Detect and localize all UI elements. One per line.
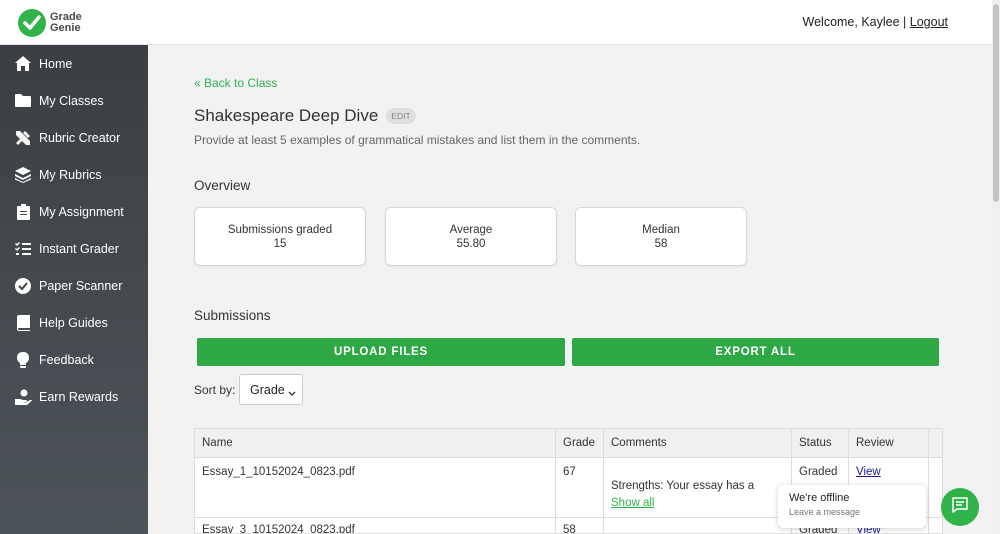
scrollbar-thumb[interactable] [993, 4, 999, 202]
column-review: Review [849, 429, 929, 458]
show-all-link[interactable]: Show all [611, 495, 791, 512]
table-header: Name Grade Comments Status Review [195, 429, 942, 458]
logo-line-2: Genie [50, 22, 81, 34]
top-bar: Grade Genie Welcome, Kaylee | Logout [0, 0, 992, 45]
sidebar-item-label: Earn Rewards [39, 389, 119, 404]
card-median: Median 58 [575, 207, 747, 266]
offline-message-popup[interactable]: We're offline Leave a message [778, 485, 926, 528]
sidebar-item-label: My Classes [39, 93, 104, 108]
column-grade[interactable]: Grade [556, 429, 604, 458]
logo-text: Grade Genie [50, 12, 82, 34]
edit-button[interactable]: EDIT [386, 108, 416, 124]
sidebar-item-label: Rubric Creator [39, 130, 121, 145]
welcome-text: Welcome, Kaylee | [802, 15, 907, 29]
cell-grade: 67 [556, 458, 604, 517]
sort-by-label: Sort by: [194, 383, 236, 397]
column-comments: Comments [604, 429, 792, 458]
sidebar-item-my-assignment[interactable]: My Assignment [0, 193, 148, 230]
sidebar-item-paper-scanner[interactable]: Paper Scanner [0, 267, 148, 304]
assignment-description: Provide at least 5 examples of grammatic… [194, 133, 641, 147]
card-value: 15 [273, 238, 287, 250]
page-title: Shakespeare Deep Dive [194, 106, 379, 125]
lightbulb-icon [14, 351, 32, 368]
card-label: Average [449, 224, 493, 236]
export-all-button[interactable]: EXPORT ALL [572, 338, 939, 366]
checklist-icon [14, 241, 32, 257]
cell-comments [604, 518, 792, 533]
chevron-down-icon [288, 386, 296, 400]
card-submissions-graded: Submissions graded 15 [194, 207, 366, 266]
assignment-title: Shakespeare Deep Dive EDIT [194, 106, 416, 126]
column-name[interactable]: Name [195, 429, 556, 458]
sort-select[interactable]: Grade [239, 374, 303, 405]
sort-selected-value: Grade [250, 382, 285, 397]
page-scrollbar[interactable] [992, 0, 1000, 534]
upload-files-button[interactable]: UPLOAD FILES [197, 338, 565, 366]
card-label: Submissions graded [227, 224, 333, 236]
submissions-heading: Submissions [194, 308, 271, 323]
card-label: Median [642, 224, 680, 236]
column-status[interactable]: Status [792, 429, 849, 458]
sidebar: Home My Classes Rubric Creator My Rubric… [0, 45, 148, 534]
sidebar-item-label: Paper Scanner [39, 278, 123, 293]
welcome-message: Welcome, Kaylee | Logout [803, 15, 948, 29]
view-link[interactable]: View [856, 466, 881, 478]
hand-coin-icon [14, 389, 32, 405]
sidebar-item-my-rubrics[interactable]: My Rubrics [0, 156, 148, 193]
folder-icon [14, 93, 32, 109]
offline-title: We're offline [789, 492, 850, 504]
sidebar-item-feedback[interactable]: Feedback [0, 341, 148, 378]
cell-name: Essay_1_10152024_0823.pdf [195, 458, 556, 517]
sidebar-item-label: Instant Grader [39, 241, 119, 256]
book-icon [14, 314, 32, 331]
home-icon [14, 56, 32, 72]
sidebar-item-home[interactable]: Home [0, 45, 148, 82]
card-average: Average 55.80 [385, 207, 557, 266]
overview-heading: Overview [194, 178, 251, 193]
grade-genie-logo[interactable]: Grade Genie [18, 9, 82, 37]
logo-check-icon [18, 9, 46, 37]
chat-launcher-button[interactable] [941, 488, 979, 526]
sidebar-item-my-classes[interactable]: My Classes [0, 82, 148, 119]
sidebar-item-help-guides[interactable]: Help Guides [0, 304, 148, 341]
main-content: « Back to Class Shakespeare Deep Dive ED… [148, 45, 992, 534]
offline-subtitle: Leave a message [789, 507, 861, 517]
chat-bubble-icon [951, 496, 969, 519]
sidebar-item-label: My Assignment [39, 204, 124, 219]
layers-icon [14, 166, 32, 183]
logout-link[interactable]: Logout [910, 15, 948, 29]
tools-icon [14, 130, 32, 146]
comment-preview: Strengths: Your essay has a [611, 480, 755, 492]
cell-comments: Strengths: Your essay has a Show all [604, 458, 792, 517]
sidebar-item-label: Help Guides [39, 315, 108, 330]
sidebar-item-rubric-creator[interactable]: Rubric Creator [0, 119, 148, 156]
cell-name: Essay_3_10152024_0823.pdf [195, 518, 556, 533]
card-value: 55.80 [456, 238, 486, 250]
back-to-class-link[interactable]: « Back to Class [194, 76, 277, 90]
sidebar-item-label: Home [39, 56, 73, 71]
sidebar-item-label: My Rubrics [39, 167, 102, 182]
clipboard-icon [14, 203, 32, 220]
check-circle-icon [14, 277, 32, 294]
sidebar-item-label: Feedback [39, 352, 94, 367]
sidebar-item-earn-rewards[interactable]: Earn Rewards [0, 378, 148, 415]
cell-grade: 58 [556, 518, 604, 533]
sidebar-item-instant-grader[interactable]: Instant Grader [0, 230, 148, 267]
card-value: 58 [654, 238, 668, 250]
